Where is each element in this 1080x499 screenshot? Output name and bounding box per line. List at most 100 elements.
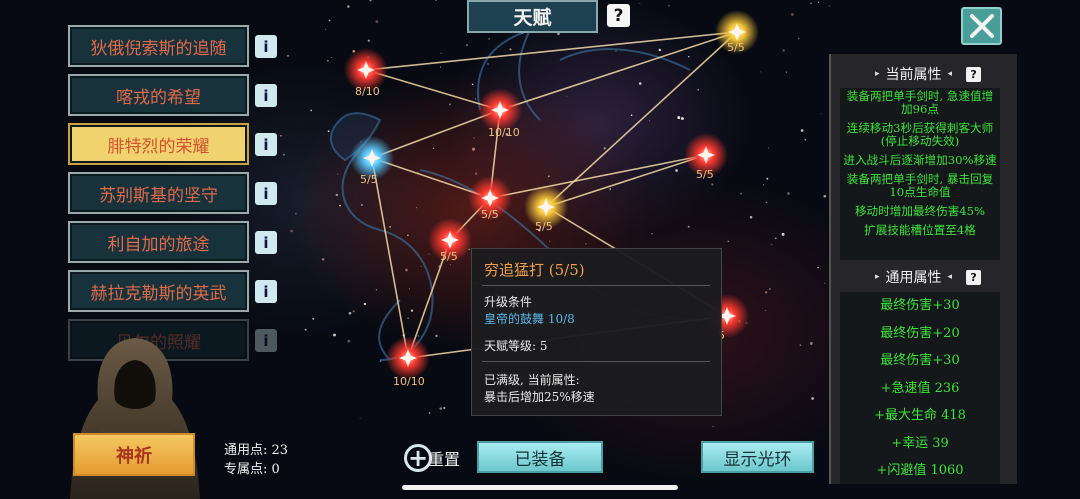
info-icon[interactable]: i — [255, 84, 277, 107]
info-icon[interactable]: i — [255, 133, 277, 156]
talent-tree-item[interactable]: 利自加的旅途 — [68, 221, 249, 263]
background-star — [782, 49, 785, 52]
equipped-button[interactable]: 已装备 — [477, 441, 603, 473]
background-star — [727, 240, 729, 243]
background-star — [310, 109, 313, 112]
talent-node[interactable]: 10/10 — [478, 88, 522, 139]
constellation-link — [489, 154, 707, 199]
maxed-label: 已满级, 当前属性: — [484, 373, 580, 387]
background-star — [809, 341, 813, 345]
background-star — [781, 232, 785, 236]
background-star — [823, 194, 827, 198]
talent-level: 天赋等级: 5 — [484, 339, 548, 353]
general-attr-line: +急速值 236 — [880, 380, 960, 396]
talent-tree-item[interactable]: 赫拉克勒斯的英武 — [68, 270, 249, 312]
background-star — [509, 48, 512, 51]
background-star — [347, 5, 350, 8]
talent-title-tab[interactable]: 天赋 — [467, 0, 598, 33]
talent-tree-item[interactable]: 狄俄倪索斯的追随 — [68, 25, 249, 67]
background-star — [359, 417, 361, 419]
background-star — [811, 397, 814, 400]
background-star — [767, 147, 770, 149]
info-icon[interactable]: i — [255, 280, 277, 303]
close-button[interactable] — [961, 7, 1002, 45]
reset-button[interactable]: + 重置 — [404, 442, 460, 474]
talent-node[interactable]: 8/10 — [344, 48, 388, 98]
pray-button[interactable]: 神祈 — [73, 433, 195, 476]
background-star — [658, 48, 662, 52]
talent-node[interactable]: 10/10 — [386, 336, 430, 388]
background-star — [566, 95, 568, 97]
background-star — [472, 147, 475, 151]
background-star — [327, 130, 330, 133]
help-icon[interactable]: ? — [966, 66, 982, 82]
background-star — [762, 184, 764, 186]
constellation-link — [545, 154, 707, 208]
general-attr-line: +最大生命 418 — [874, 408, 966, 423]
talent-node[interactable]: 5/5 — [684, 133, 728, 181]
background-star — [677, 116, 681, 120]
info-icon[interactable]: i — [255, 329, 277, 352]
background-star — [668, 5, 670, 7]
help-icon[interactable]: ? — [966, 269, 982, 285]
background-star — [765, 201, 767, 204]
background-star — [771, 243, 773, 245]
upgrade-condition-label: 升级条件 — [484, 295, 533, 309]
talent-tree-item[interactable]: 喀戎的希望 — [68, 74, 249, 116]
info-icon[interactable]: i — [255, 182, 277, 205]
background-star — [347, 339, 351, 343]
background-star — [749, 215, 753, 219]
general-attrs-list[interactable]: 最终伤害+30 最终伤害+20 最终伤害+30 +急速值 236 +最大生命 418 +幸… — [840, 292, 1000, 484]
background-star — [797, 37, 800, 40]
home-indicator[interactable] — [402, 485, 678, 490]
background-star — [697, 89, 699, 91]
background-star — [369, 0, 372, 2]
background-star — [473, 137, 475, 139]
background-star — [465, 43, 469, 47]
background-star — [360, 203, 364, 207]
node-level-label: 5/5 — [440, 250, 458, 263]
node-level-label: 5/5 — [696, 168, 714, 181]
background-star — [405, 268, 408, 272]
arrow-left-icon: ◂ — [947, 272, 953, 282]
talent-tree-item[interactable]: 腓特烈的荣耀 — [68, 123, 249, 165]
info-icon[interactable]: i — [255, 35, 277, 58]
general-attr-line: 最终伤害+30 — [880, 298, 960, 313]
background-star — [820, 113, 822, 115]
background-star — [549, 240, 551, 242]
background-star — [687, 225, 690, 228]
talent-node[interactable]: 5/5 — [524, 185, 568, 233]
help-icon[interactable]: ? — [607, 4, 630, 27]
background-star — [339, 204, 341, 207]
background-star — [428, 412, 431, 414]
current-attrs-list: 装备两把单手剑时, 急速值增加96点 连续移动3秒后获得刺客大师 (停止移动失效)… — [840, 88, 1000, 260]
background-star — [410, 309, 414, 312]
talent-node[interactable]: 5/5 — [715, 10, 759, 54]
background-star — [375, 289, 378, 291]
background-star — [328, 19, 331, 22]
talent-node[interactable]: 5/5 — [428, 218, 472, 263]
background-star — [282, 153, 285, 156]
background-star — [824, 282, 826, 284]
background-star — [800, 129, 804, 132]
background-star — [449, 264, 451, 266]
background-star — [766, 177, 769, 180]
background-star — [420, 265, 422, 267]
general-attr-line: +幸运 39 — [891, 435, 949, 451]
talent-node[interactable]: 5/5 — [350, 136, 394, 186]
general-attr-line: +闪避值 1060 — [876, 463, 964, 478]
background-star — [348, 311, 352, 315]
background-star — [760, 71, 762, 73]
talent-tree-item[interactable]: 苏别斯基的坚守 — [68, 172, 249, 214]
show-halo-button[interactable]: 显示光环 — [701, 441, 814, 473]
background-star — [325, 28, 327, 30]
attribute-panel: ▸ 当前属性 ◂ ? 装备两把单手剑时, 急速值增加96点 连续移动3秒后获得刺客… — [829, 54, 1017, 484]
background-star — [337, 173, 339, 175]
background-star — [333, 333, 336, 337]
background-star — [774, 237, 777, 240]
background-star — [440, 52, 442, 54]
background-star — [474, 172, 478, 175]
info-icon[interactable]: i — [255, 231, 277, 254]
node-level-label: 5/5 — [360, 173, 378, 186]
node-level-label: 10/10 — [488, 126, 520, 139]
